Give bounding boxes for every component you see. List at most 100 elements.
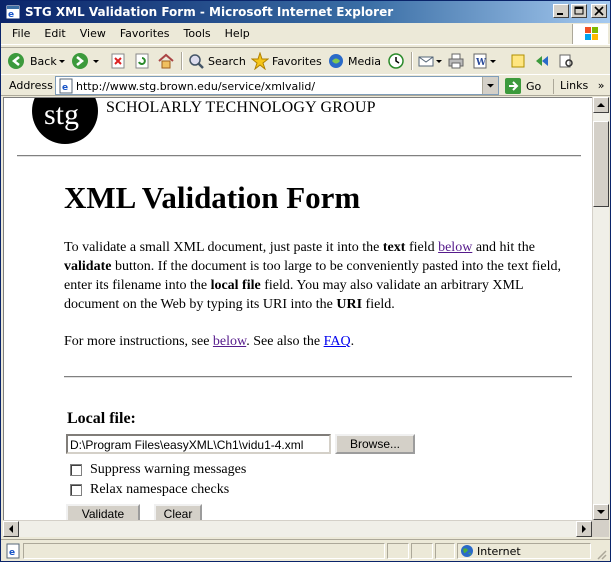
mail-icon	[418, 56, 434, 67]
history-icon	[388, 53, 404, 69]
org-name: SCHOLARLY TECHNOLOGY GROUP	[106, 99, 376, 116]
local-file-input[interactable]: D:\Program Files\easyXML\Ch1\vidu1-4.xml	[66, 434, 331, 454]
minimize-button[interactable]	[553, 4, 569, 18]
scrollbar-corner	[592, 520, 609, 537]
chevron-down-icon	[436, 60, 442, 63]
back-button[interactable]: Back	[7, 52, 67, 70]
clear-button[interactable]: Clear	[154, 504, 202, 520]
scroll-up-button[interactable]	[593, 97, 609, 113]
page-status-icon: e	[6, 543, 20, 559]
stg-logo[interactable]: stg	[32, 98, 98, 144]
vertical-scrollbar[interactable]	[592, 97, 609, 520]
menu-edit[interactable]: Edit	[37, 27, 72, 40]
star-icon	[251, 52, 269, 70]
arrow-right-icon	[582, 525, 586, 533]
search-icon	[189, 54, 204, 69]
note-icon	[511, 54, 525, 68]
media-button[interactable]: Media	[327, 52, 381, 70]
search-button[interactable]: Search	[187, 52, 246, 70]
divider	[17, 155, 581, 157]
scroll-left-button[interactable]	[3, 521, 19, 537]
forward-arrow-icon	[72, 53, 88, 69]
close-icon	[594, 6, 604, 16]
chevron-right-icon: »	[597, 79, 605, 92]
svg-text:W: W	[475, 58, 487, 68]
validate-button[interactable]: Validate	[66, 504, 140, 520]
go-button[interactable]: Go	[504, 77, 541, 95]
globe-icon	[461, 545, 473, 557]
media-label: Media	[348, 54, 382, 68]
windows-logo	[572, 24, 608, 44]
close-button[interactable]	[591, 4, 607, 18]
page-title: XML Validation Form	[64, 180, 361, 215]
address-input[interactable]: e http://www.stg.brown.edu/service/xmlva…	[55, 76, 499, 95]
messenger-button[interactable]	[533, 52, 551, 70]
resize-grip-icon[interactable]	[595, 548, 607, 560]
address-label: Address	[9, 79, 53, 92]
below-link[interactable]: below	[438, 240, 472, 255]
links-toolbar[interactable]: Links »	[553, 79, 605, 94]
title-bar: e STG XML Validation Form - Microsoft In…	[1, 1, 610, 23]
address-url: http://www.stg.brown.edu/service/xmlvali…	[76, 80, 316, 93]
suppress-warnings-checkbox[interactable]	[70, 464, 82, 476]
stop-button[interactable]	[109, 52, 127, 70]
arrow-down-icon	[597, 510, 605, 514]
chevron-down-icon	[58, 60, 65, 63]
below-link[interactable]: below	[213, 334, 246, 349]
stop-icon	[111, 53, 125, 69]
home-icon	[158, 53, 174, 69]
security-zone-label: Internet	[477, 545, 521, 558]
status-bar: e Internet	[1, 539, 610, 561]
mail-button[interactable]	[417, 52, 443, 70]
menu-bar: File Edit View Favorites Tools Help	[1, 23, 610, 45]
toolbar-separator	[181, 52, 183, 70]
maximize-button[interactable]	[571, 4, 587, 18]
menu-file[interactable]: File	[5, 27, 37, 40]
maximize-icon	[574, 6, 584, 15]
research-button[interactable]	[557, 52, 575, 70]
toolbar-separator	[411, 52, 413, 70]
scroll-down-button[interactable]	[593, 504, 609, 520]
intro-paragraph: To validate a small XML document, just p…	[64, 240, 562, 312]
menu-view[interactable]: View	[73, 27, 113, 40]
arrow-up-icon	[597, 103, 605, 107]
favorites-button[interactable]: Favorites	[251, 52, 322, 70]
menu-tools[interactable]: Tools	[177, 27, 218, 40]
faq-link[interactable]: FAQ	[324, 334, 351, 349]
forward-button[interactable]	[71, 52, 101, 70]
back-arrow-icon	[8, 53, 24, 69]
research-icon	[559, 54, 573, 68]
address-dropdown-button[interactable]	[482, 77, 498, 94]
back-label: Back	[30, 54, 57, 68]
history-button[interactable]	[387, 52, 405, 70]
horizontal-scrollbar[interactable]	[3, 520, 592, 537]
home-button[interactable]	[157, 52, 175, 70]
suppress-warnings-label: Suppress warning messages	[90, 462, 247, 477]
menu-help[interactable]: Help	[218, 27, 257, 40]
refresh-button[interactable]	[133, 52, 151, 70]
discuss-button[interactable]	[509, 52, 527, 70]
scroll-right-button[interactable]	[576, 521, 592, 537]
word-document-icon: W	[473, 53, 487, 69]
edit-button[interactable]: W	[471, 52, 497, 70]
relax-namespace-checkbox[interactable]	[70, 484, 82, 496]
windows-flag-icon	[585, 27, 598, 40]
messenger-icon	[536, 56, 548, 66]
page-viewport: stg SCHOLARLY TECHNOLOGY GROUP XML Valid…	[3, 97, 592, 520]
browser-window: e STG XML Validation Form - Microsoft In…	[0, 0, 611, 562]
links-label: Links	[560, 79, 589, 92]
menu-favorites[interactable]: Favorites	[113, 27, 177, 40]
status-panel	[435, 543, 455, 559]
svg-text:e: e	[9, 548, 15, 558]
logo-text: stg	[44, 98, 80, 131]
printer-icon	[448, 53, 464, 69]
favorites-label: Favorites	[272, 54, 322, 68]
print-button[interactable]	[447, 52, 465, 70]
standard-toolbar: Back Search Favorites Media W	[1, 47, 610, 73]
address-bar: Address e http://www.stg.brown.edu/servi…	[1, 74, 610, 96]
refresh-icon	[135, 53, 149, 69]
browse-button[interactable]: Browse...	[335, 434, 415, 454]
relax-namespace-label: Relax namespace checks	[90, 482, 230, 497]
go-arrow-icon	[505, 78, 521, 94]
vertical-scroll-thumb[interactable]	[593, 121, 609, 207]
